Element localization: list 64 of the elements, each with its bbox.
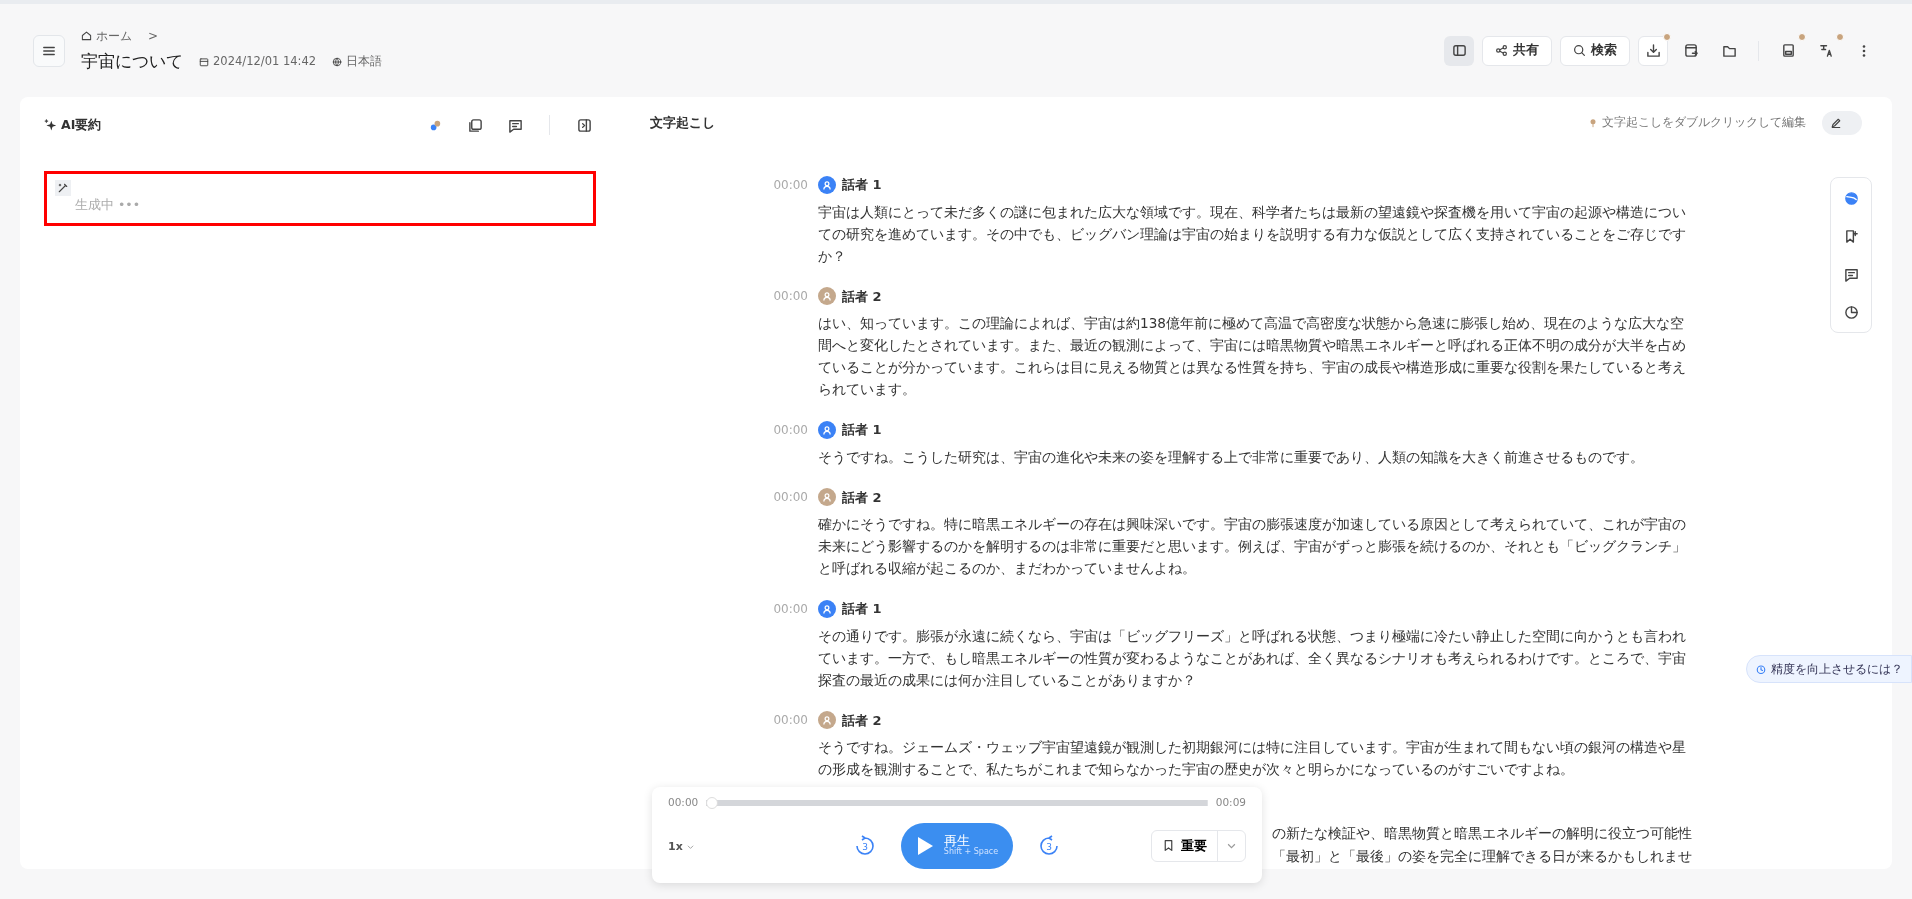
share-icon [1495,44,1508,57]
transcript-text: 「最初」と「最後」の姿を完全に理解できる日が来るかもしれませ [1272,847,1692,866]
share-button[interactable]: 共有 [1482,35,1552,66]
download-icon [1645,43,1661,58]
search-icon [1573,44,1586,57]
transcript-text: はい、知っています。この理論によれば、宇宙は約138億年前に極めて高温で高密度な状態から急速に膨張し始め、現在のような広大な空間へと変化したとされています。また、最近の観測によって、宇宙には暗黒物質や暗黒エネルギーと呼ばれる正体不明の成分が大半を占めていることが分かっています。これらは目に見える物質とは異なる性質を持ち、宇宙の成長や構造形成に重要な役割を果たしていると考えられています。 [818,314,1687,399]
sidebar-icon [1451,43,1467,58]
transcript-text: 宇宙は人類にとって未だ多くの謎に包まれた広大な領域です。現在、科学者たちは最新の望遠鏡や探査機を用いて宇宙の起源や構造についての研究を進めています。その中でも、ビッグバン理論は宇宙の始まりを説明する有力な仮説として広く支持されていることをご存じですか？ [818,202,1687,266]
caret-icon [686,843,694,851]
speaker-name[interactable]: 話者 1 [842,420,882,440]
play-icon [915,835,934,856]
pie-chart-icon [1843,304,1859,320]
window-export-icon [1683,43,1699,58]
speaker-name[interactable]: 話者 2 [842,710,882,730]
globe-icon [1843,190,1859,206]
menu-button[interactable] [33,34,65,67]
panel-title: AI要約 [61,115,102,134]
accuracy-tip-button[interactable]: 精度を向上させるには？ [1746,655,1912,683]
download-button[interactable] [1638,35,1668,66]
document-icon [1780,43,1796,58]
translate-icon [1818,43,1834,58]
rewind-button[interactable]: 3 [853,833,877,858]
pencil-icon [1830,117,1842,129]
bookmark-add-icon [1843,228,1859,244]
transcript-text: そうですね。こうした研究は、宇宙の進化や未来の姿を理解する上で非常に重要であり、人類の知識を大きく前進させるものです。 [818,447,1645,467]
panel-icon [576,117,592,133]
search-button[interactable]: 検索 [1560,35,1630,66]
edit-hint: 文字起こしをダブルクリックして編集 [1602,114,1806,132]
more-icon [1862,43,1866,58]
speaker-name[interactable]: 話者 1 [842,599,882,619]
copy-icon [467,117,483,133]
transcript-text: そうですね。ジェームズ・ウェッブ宇宙望遠鏡が観測した初期銀河には特に注目しています。宇宙が生まれて間もない頃の銀河の構造や星の形成を観測することで、私たちがこれまで知らなかった宇宙の歴史が次々と明らかになっているのがすごいですよね。 [818,738,1687,779]
speed-button[interactable]: 1x [668,839,694,856]
bookmark-icon [1162,839,1175,853]
current-time: 00:00 [668,795,699,810]
magic-wand-icon [57,182,69,194]
progress-thumb[interactable] [706,796,719,809]
transcript-text: の新たな検証や、暗黒物質と暗黒エネルギーの解明に役立つ可能性 [1272,824,1692,843]
total-time: 00:09 [1215,795,1246,810]
bulb-icon [1588,117,1598,129]
caret-icon [1227,841,1236,851]
edit-toggle[interactable] [1822,111,1862,135]
language-text: 日本語 [346,52,383,70]
alarm-icon [1755,663,1767,675]
document-title: 宇宙について [81,49,183,73]
message-edit-icon [507,117,523,133]
forward-button[interactable]: 3 [1037,833,1061,858]
sidebar-toggle-button[interactable] [1444,35,1474,66]
speaker-name[interactable]: 話者 2 [842,487,882,507]
calendar-icon [199,56,209,67]
folder-icon [1721,43,1737,58]
generating-status: 生成中 ••• [75,196,142,214]
comment-icon [1843,266,1859,282]
globe-icon [332,56,343,67]
breadcrumb-separator: > [148,27,159,45]
speaker-name[interactable]: 話者 2 [842,286,882,306]
house-icon [81,30,92,42]
date-text: 2024/12/01 14:42 [213,52,317,70]
panel-title: 文字起こし [650,113,715,132]
speaker-name[interactable]: 話者 1 [842,175,882,195]
sparkle-icon [44,118,57,132]
transcript-text: その通りです。膨張が永遠に続くなら、宇宙は「ビッグフリーズ」と呼ばれる状態、つまり極端に冷たい静止した空間に向かうとも言われています。一方で、もし暗黒エネルギーの性質が変わるようなことがあれば、全く異なるシナリオも考えられるわけです。ところで、宇宙探査の最近の成果には何か注目していることがありますか？ [818,626,1687,690]
transcript-text: 確かにそうですね。特に暗黒エネルギーの存在は興味深いです。宇宙の膨張速度が加速している原因として考えられていて、これが宇宙の未来にどう影響するのかを解明するのは非常に重要だと思います。例えば、宇宙がずっと膨張を続けるのか、それとも「ビッグクランチ」と呼ばれる収縮が起こるのか、まだわかっていませんよね。 [818,515,1687,578]
breadcrumb-link[interactable]: ホーム [81,26,132,45]
